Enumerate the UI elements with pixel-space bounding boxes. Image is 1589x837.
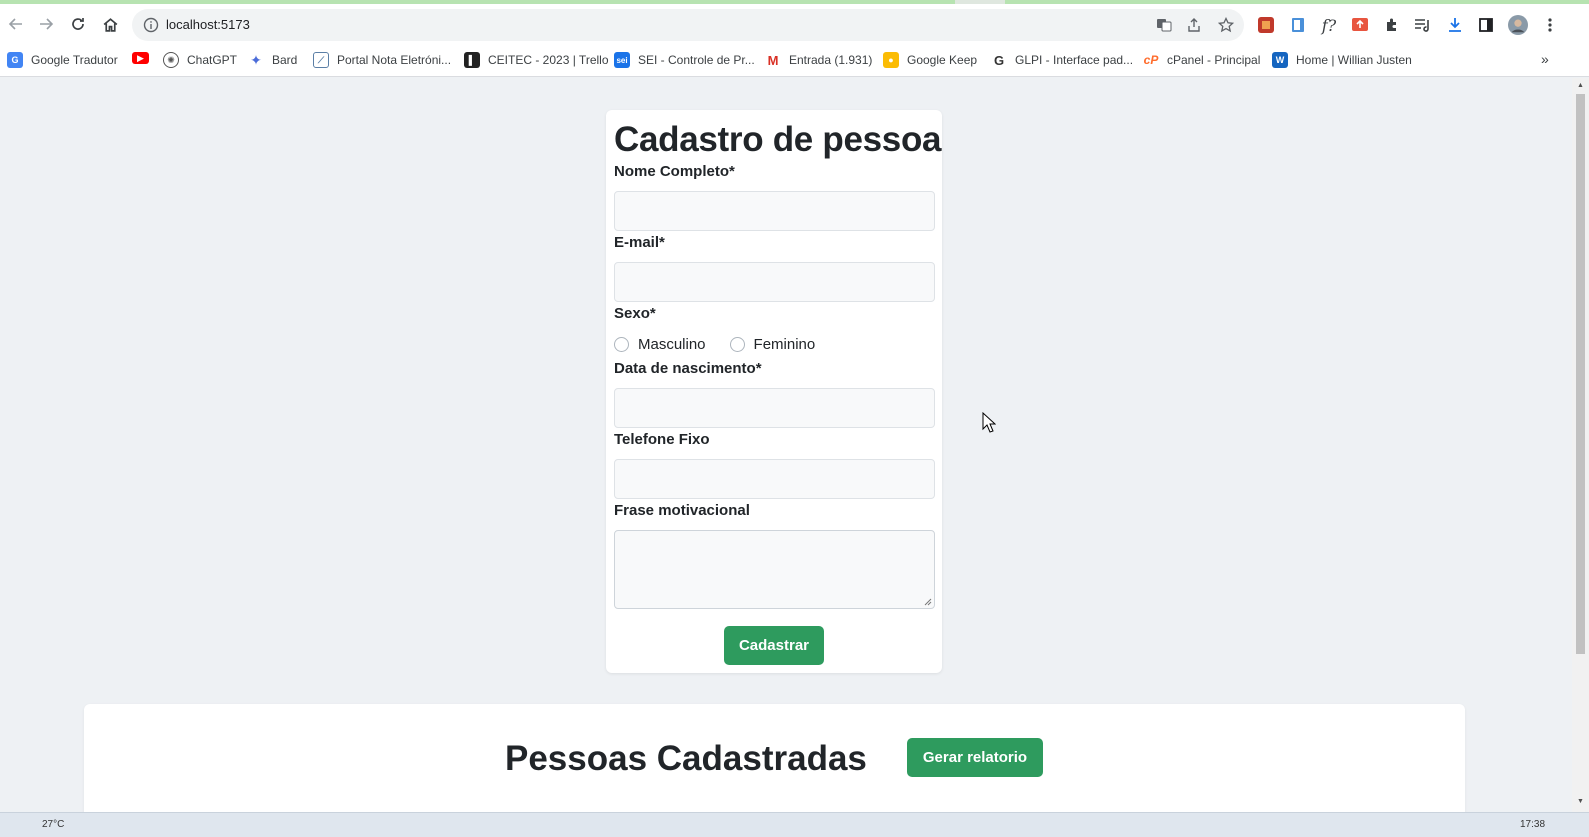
scroll-up-icon[interactable]: ▲ — [1576, 82, 1585, 90]
bookmark-label: GLPI - Interface pad... — [1015, 53, 1134, 67]
email-label: E-mail* — [614, 234, 665, 251]
radio-masculino-label[interactable]: Masculino — [638, 336, 706, 353]
bookmark-label: Google Keep — [907, 53, 978, 67]
bookmark-chatgpt[interactable]: ✺ ChatGPT — [163, 52, 237, 68]
radio-masculino[interactable] — [614, 337, 629, 352]
youtube-icon: ▶ — [132, 52, 149, 64]
bookmark-portal-nota[interactable]: ⟋ Portal Nota Eletróni... — [313, 52, 451, 68]
resize-handle-icon[interactable] — [924, 598, 932, 606]
radio-feminino-label[interactable]: Feminino — [754, 336, 816, 353]
clock-text: 17:38 — [1520, 819, 1546, 830]
motivational-phrase-label: Frase motivacional — [614, 502, 750, 519]
bookmark-cpanel[interactable]: cP cPanel - Principal — [1143, 52, 1261, 68]
browser-toolbar: localhost:5173 f? — [0, 4, 1589, 44]
cpanel-icon: cP — [1143, 53, 1159, 67]
bookmark-label: CEITEC - 2023 | Trello — [488, 53, 609, 67]
name-label: Nome Completo* — [614, 163, 735, 180]
address-bar[interactable]: localhost:5173 — [132, 9, 1244, 41]
bookmark-google-tradutor[interactable]: G Google Tradutor — [7, 52, 118, 68]
extension-doc-icon[interactable] — [1288, 15, 1308, 35]
bookmarks-bar: G Google Tradutor ▶ ✺ ChatGPT ✦ Bard ⟋ P… — [0, 44, 1589, 77]
bookmark-bard[interactable]: ✦ Bard — [248, 52, 297, 68]
site-info-icon[interactable] — [142, 16, 160, 34]
name-input[interactable] — [614, 191, 935, 231]
registered-people-title: Pessoas Cadastradas — [505, 739, 867, 778]
os-taskbar: 27°C 17:38 — [0, 812, 1589, 837]
registered-people-card: Pessoas Cadastradas Gerar relatorio — [84, 704, 1465, 824]
bookmark-sei[interactable]: sei SEI - Controle de Pr... — [614, 52, 755, 68]
extension-formula-icon[interactable]: f? — [1319, 15, 1339, 35]
bookmark-youtube[interactable]: ▶ — [132, 52, 157, 64]
extension-upload-icon[interactable] — [1350, 15, 1370, 35]
glpi-icon: G — [993, 52, 1005, 68]
birthdate-input[interactable] — [614, 388, 935, 428]
browser-menu-icon[interactable] — [1540, 15, 1560, 35]
gmail-icon: M — [767, 52, 779, 68]
phone-label: Telefone Fixo — [614, 431, 710, 448]
chatgpt-icon: ✺ — [163, 52, 179, 68]
sei-icon: sei — [614, 52, 630, 68]
bookmark-label: ChatGPT — [187, 53, 238, 67]
birthdate-label: Data de nascimento* — [614, 360, 762, 377]
bookmark-willian-justen[interactable]: W Home | Willian Justen — [1272, 52, 1412, 68]
motivational-phrase-textarea[interactable] — [614, 530, 935, 609]
sex-radio-group: Masculino Feminino — [614, 336, 839, 353]
mouse-cursor-icon — [982, 412, 996, 433]
extension-puzzle-red-icon[interactable] — [1256, 15, 1276, 35]
trello-icon: ▌ — [464, 52, 480, 68]
url-text: localhost:5173 — [166, 17, 250, 32]
registration-card: Cadastro de pessoa Nome Completo* E-mail… — [606, 110, 942, 673]
weather-text: 27°C — [42, 819, 65, 830]
scroll-down-icon[interactable]: ▼ — [1576, 798, 1585, 806]
bookmark-label: cPanel - Principal — [1167, 53, 1261, 67]
email-input[interactable] — [614, 262, 935, 302]
phone-input[interactable] — [614, 459, 935, 499]
sex-label: Sexo* — [614, 305, 656, 322]
generate-report-button[interactable]: Gerar relatorio — [907, 738, 1043, 777]
bookmark-label: Home | Willian Justen — [1296, 53, 1412, 67]
bookmark-label: Entrada (1.931) — [789, 53, 873, 67]
google-keep-icon: ● — [883, 52, 899, 68]
w-icon: W — [1272, 52, 1288, 68]
chart-icon: ⟋ — [313, 52, 329, 68]
submit-button[interactable]: Cadastrar — [724, 626, 824, 665]
radio-feminino[interactable] — [729, 337, 745, 352]
translate-icon[interactable] — [1154, 15, 1174, 35]
forward-icon[interactable] — [32, 10, 60, 38]
bookmark-trello[interactable]: ▌ CEITEC - 2023 | Trello — [464, 52, 609, 68]
bookmark-label: Portal Nota Eletróni... — [337, 53, 452, 67]
media-queue-icon[interactable] — [1413, 15, 1433, 35]
bookmark-glpi[interactable]: G GLPI - Interface pad... — [991, 52, 1133, 68]
google-translate-icon: G — [7, 52, 23, 68]
extensions-puzzle-icon[interactable] — [1382, 15, 1402, 35]
bookmark-label: Bard — [272, 53, 298, 67]
page-scrollbar[interactable]: ▲ ▼ — [1572, 78, 1589, 813]
bookmark-label: SEI - Controle de Pr... — [638, 53, 755, 67]
bard-icon: ✦ — [250, 51, 262, 68]
download-icon[interactable] — [1445, 15, 1465, 35]
side-panel-icon[interactable] — [1476, 15, 1496, 35]
share-icon[interactable] — [1184, 15, 1204, 35]
profile-avatar[interactable] — [1508, 15, 1528, 35]
home-icon[interactable] — [96, 10, 124, 38]
bookmark-star-icon[interactable] — [1216, 15, 1236, 35]
form-title: Cadastro de pessoa — [614, 120, 942, 159]
scrollbar-thumb[interactable] — [1576, 94, 1585, 654]
more-bookmarks-icon[interactable]: » — [1541, 51, 1549, 67]
bookmark-gmail[interactable]: M Entrada (1.931) — [765, 52, 873, 68]
back-icon[interactable] — [2, 10, 30, 38]
bookmark-google-keep[interactable]: ● Google Keep — [883, 52, 977, 68]
reload-icon[interactable] — [64, 10, 92, 38]
bookmark-label: Google Tradutor — [31, 53, 118, 67]
